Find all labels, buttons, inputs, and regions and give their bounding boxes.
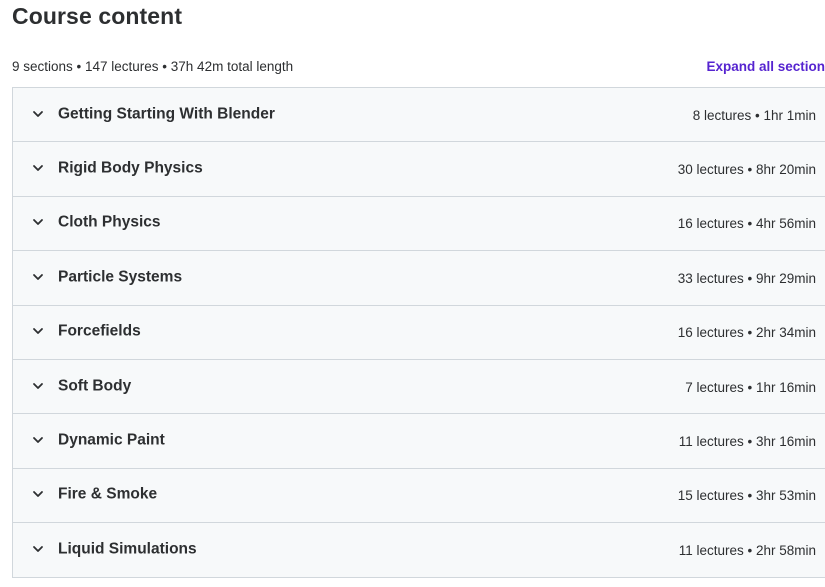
section-meta: 30 lectures • 8hr 20min [677,161,816,177]
chevron-down-icon [32,543,44,555]
chevron-down-icon [32,108,44,120]
section-title: Getting Starting With Blender [58,105,275,123]
section-meta: 7 lectures • 1hr 16min [685,379,816,395]
section-title: Forcefields [58,322,141,340]
section-meta: 11 lectures • 2hr 58min [678,542,816,558]
section-list: Getting Starting With Blender 8 lectures… [12,87,825,578]
section-meta: 33 lectures • 9hr 29min [677,270,816,286]
section-title: Dynamic Paint [58,431,165,449]
section-item[interactable]: Getting Starting With Blender 8 lectures… [13,88,825,143]
section-item[interactable]: Liquid Simulations 11 lectures • 2hr 58m… [13,523,825,578]
course-content-panel: Course content 9 sections • 147 lectures… [0,0,825,587]
section-title: Fire & Smoke [58,486,158,504]
chevron-down-icon [32,162,44,174]
section-title: Soft Body [58,377,132,395]
chevron-down-icon [32,325,44,337]
section-item[interactable]: Dynamic Paint 11 lectures • 3hr 16min [13,414,825,469]
section-meta: 16 lectures • 4hr 56min [677,216,816,232]
section-item[interactable]: Particle Systems 33 lectures • 9hr 29min [13,251,825,306]
section-title: Rigid Body Physics [58,159,203,177]
section-meta: 8 lectures • 1hr 1min [692,107,816,123]
section-title: Liquid Simulations [58,540,197,558]
section-item[interactable]: Soft Body 7 lectures • 1hr 16min [13,359,825,415]
section-item[interactable]: Fire & Smoke 15 lectures • 3hr 53min [13,468,825,524]
chevron-down-icon [32,434,44,446]
section-item[interactable]: Forcefields 16 lectures • 2hr 34min [13,305,825,360]
summary-row: 9 sections • 147 lectures • 37h 42m tota… [12,59,825,77]
section-meta: 11 lectures • 3hr 16min [678,433,816,449]
page-title: Course content [12,3,183,29]
chevron-down-icon [32,271,44,283]
section-meta: 16 lectures • 2hr 34min [677,325,816,341]
section-title: Cloth Physics [58,214,161,232]
section-title: Particle Systems [58,268,183,286]
chevron-down-icon [32,488,44,500]
chevron-down-icon [32,380,44,392]
section-item[interactable]: Rigid Body Physics 30 lectures • 8hr 20m… [13,142,825,197]
section-meta: 15 lectures • 3hr 53min [677,488,816,504]
expand-all-sections-button[interactable]: Expand all section [706,59,825,74]
chevron-down-icon [32,216,44,228]
section-item[interactable]: Cloth Physics 16 lectures • 4hr 56min [13,196,825,252]
course-summary: 9 sections • 147 lectures • 37h 42m tota… [12,59,294,74]
